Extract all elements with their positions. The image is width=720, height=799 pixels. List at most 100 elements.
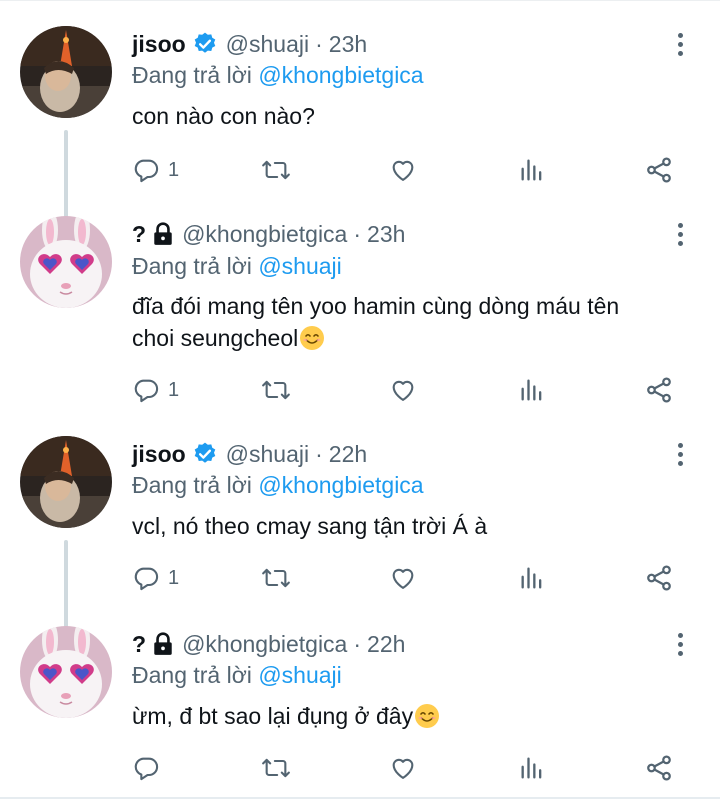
smiling-emoji <box>299 325 325 351</box>
like-button[interactable] <box>388 370 418 410</box>
separator-dot: · <box>353 220 362 247</box>
tweet-header: jisoo @shuaji · 22h <box>132 437 367 471</box>
smiling-emoji <box>414 703 440 729</box>
avatar[interactable] <box>20 26 112 118</box>
reply-button[interactable] <box>132 748 168 788</box>
retweet-icon <box>262 758 290 778</box>
retweet-button[interactable] <box>260 558 292 598</box>
share-button[interactable] <box>644 748 674 788</box>
user-handle[interactable]: @khongbietgica <box>182 221 347 248</box>
reply-button[interactable]: 1 <box>132 558 179 598</box>
analytics-icon <box>521 379 542 401</box>
tweet-text-line: đĩa đói mang tên yoo hamin cùng dòng máu… <box>132 293 620 319</box>
timestamp[interactable]: 23h <box>367 221 405 248</box>
mention-link[interactable]: @khongbietgica <box>258 62 423 88</box>
more-icon[interactable] <box>666 437 694 471</box>
reply-button[interactable]: 1 <box>132 370 179 410</box>
analytics-button[interactable] <box>518 150 546 190</box>
tweet[interactable]: ? @khongbietgica · 22h Đang trả lời @shu… <box>0 620 720 797</box>
user-handle[interactable]: @khongbietgica <box>182 631 347 658</box>
timestamp[interactable]: 22h <box>329 441 367 468</box>
display-name[interactable]: jisoo <box>132 441 186 468</box>
replying-to: Đang trả lời @shuaji <box>132 662 342 689</box>
analytics-icon <box>521 757 542 779</box>
timestamp[interactable]: 23h <box>329 31 367 58</box>
reply-count: 1 <box>168 566 180 589</box>
tweet-header: ? @khongbietgica · 23h <box>132 217 405 251</box>
like-icon <box>392 160 414 181</box>
tweet[interactable]: ? @khongbietgica · 23h Đang trả lời @shu… <box>0 210 720 420</box>
action-bar <box>132 748 692 788</box>
share-button[interactable] <box>644 370 674 410</box>
retweet-button[interactable] <box>260 150 292 190</box>
tweet-text-line: con nào con nào? <box>132 103 315 129</box>
replying-to: Đang trả lời @khongbietgica <box>132 472 424 499</box>
replying-prefix: Đang trả lời <box>132 62 252 88</box>
share-icon <box>647 157 671 183</box>
like-icon <box>392 568 414 589</box>
more-icon[interactable] <box>666 627 694 661</box>
like-icon <box>392 380 414 401</box>
action-bar: 1 <box>132 370 692 410</box>
display-name[interactable]: jisoo <box>132 31 186 58</box>
analytics-button[interactable] <box>518 370 546 410</box>
mention-link[interactable]: @shuaji <box>258 253 341 279</box>
replying-to: Đang trả lời @shuaji <box>132 253 342 280</box>
tweet-text: con nào con nào? <box>132 100 702 132</box>
tweet-text: vcl, nó theo cmay sang tận trời Á à <box>132 510 702 542</box>
reply-icon <box>134 757 159 781</box>
tweet-text-fragment: choi seungcheol <box>132 325 299 351</box>
share-button[interactable] <box>644 150 674 190</box>
analytics-button[interactable] <box>518 748 546 788</box>
display-name[interactable]: ? <box>132 221 146 248</box>
tweet-text-line: choi seungcheol <box>132 322 702 354</box>
reply-icon <box>134 567 159 591</box>
reply-count: 1 <box>168 158 180 181</box>
like-icon <box>392 758 414 779</box>
more-icon[interactable] <box>666 27 694 61</box>
retweet-button[interactable] <box>260 370 292 410</box>
reply-count: 1 <box>168 378 180 401</box>
like-button[interactable] <box>388 150 418 190</box>
retweet-button[interactable] <box>260 748 292 788</box>
share-icon <box>647 565 671 591</box>
tweet-text-line: ừm, đ bt sao lại đụng ở đây <box>132 703 414 729</box>
lock-icon <box>152 632 174 656</box>
tweet-text-line: vcl, nó theo cmay sang tận trời Á à <box>132 513 488 539</box>
verified-icon <box>192 441 218 467</box>
mention-link[interactable]: @khongbietgica <box>258 472 423 498</box>
tweet[interactable]: jisoo @shuaji · 23h Đang trả lời @khongb… <box>0 0 720 210</box>
avatar[interactable] <box>20 216 112 308</box>
retweet-icon <box>262 160 290 180</box>
share-icon <box>647 755 671 781</box>
share-icon <box>647 377 671 403</box>
analytics-icon <box>521 567 542 589</box>
timestamp[interactable]: 22h <box>367 631 405 658</box>
verified-icon <box>192 31 218 57</box>
like-button[interactable] <box>388 558 418 598</box>
display-name[interactable]: ? <box>132 631 146 658</box>
like-button[interactable] <box>388 748 418 788</box>
replying-prefix: Đang trả lời <box>132 472 252 498</box>
user-handle[interactable]: @shuaji <box>226 441 309 468</box>
tweet-text: đĩa đói mang tên yoo hamin cùng dòng máu… <box>132 290 702 354</box>
replying-to: Đang trả lời @khongbietgica <box>132 62 424 89</box>
action-bar: 1 <box>132 558 692 598</box>
tweet-text: ừm, đ bt sao lại đụng ở đây <box>132 700 702 732</box>
avatar[interactable] <box>20 626 112 718</box>
mention-link[interactable]: @shuaji <box>258 662 341 688</box>
tweet[interactable]: jisoo @shuaji · 22h Đang trả lời @khongb… <box>0 420 720 620</box>
reply-icon <box>134 159 159 183</box>
reply-icon <box>134 379 159 403</box>
reply-button[interactable]: 1 <box>132 150 179 190</box>
more-icon[interactable] <box>666 217 694 251</box>
analytics-icon <box>521 159 542 181</box>
replying-prefix: Đang trả lời <box>132 253 252 279</box>
user-handle[interactable]: @shuaji <box>226 31 309 58</box>
share-button[interactable] <box>644 558 674 598</box>
avatar[interactable] <box>20 436 112 528</box>
retweet-icon <box>262 380 290 400</box>
replying-prefix: Đang trả lời <box>132 662 252 688</box>
analytics-button[interactable] <box>518 558 546 598</box>
lock-icon <box>152 222 174 246</box>
